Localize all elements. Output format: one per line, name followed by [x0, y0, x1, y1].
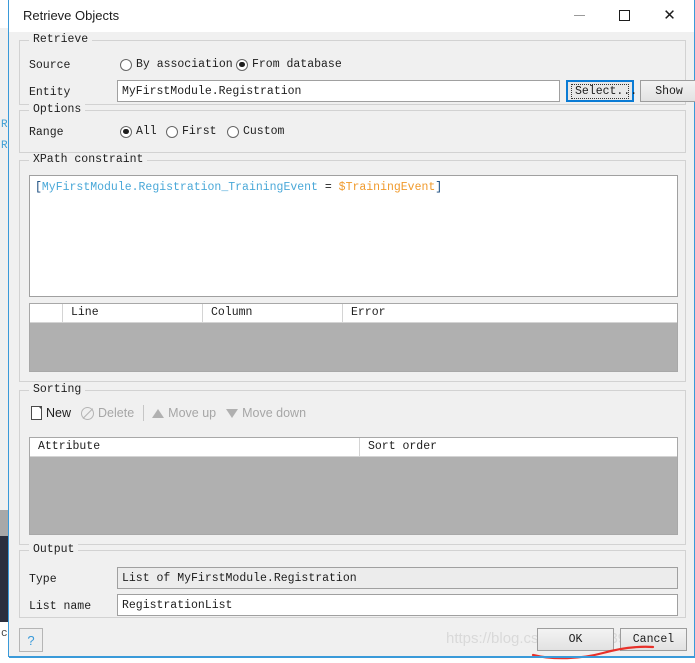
maximize-icon: [619, 10, 630, 21]
background-text-fragment-2: R: [1, 140, 8, 152]
radio-range-all[interactable]: All: [120, 125, 157, 138]
options-group-legend: Options: [29, 103, 85, 116]
toolbar-separator: [143, 405, 144, 421]
sorting-column-sort-order[interactable]: Sort order: [360, 438, 677, 456]
sorting-column-attribute[interactable]: Attribute: [30, 438, 360, 456]
window-title: Retrieve Objects: [23, 8, 119, 23]
entity-input[interactable]: MyFirstModule.Registration: [117, 80, 560, 102]
error-column-blank[interactable]: [30, 304, 63, 322]
output-listname-label: List name: [29, 600, 91, 613]
sorting-toolbar: New Delete Move up Move down: [28, 404, 313, 422]
help-icon: ?: [27, 633, 34, 648]
background-text-fragment-3: c: [1, 628, 8, 640]
error-column-error[interactable]: Error: [343, 304, 677, 322]
radio-range-custom-label: Custom: [243, 125, 284, 138]
xpath-error-table-header: Line Column Error: [30, 304, 677, 323]
minimize-icon: [574, 15, 585, 16]
xpath-operator: =: [318, 181, 339, 194]
radio-range-first-label: First: [182, 125, 217, 138]
sorting-table-header: Attribute Sort order: [30, 438, 677, 457]
radio-range-custom-indicator: [227, 126, 239, 138]
close-button[interactable]: ✕: [647, 0, 692, 30]
xpath-error-table: Line Column Error: [29, 303, 678, 372]
sorting-delete-button[interactable]: Delete: [78, 404, 141, 422]
retrieve-objects-dialog: Retrieve Objects ✕ Retrieve Source By as…: [8, 0, 695, 657]
radio-range-all-indicator: [120, 126, 132, 138]
ban-icon: [81, 407, 94, 420]
sorting-move-down-button[interactable]: Move down: [223, 404, 313, 422]
select-entity-button-label: Select...: [571, 84, 629, 99]
sorting-move-down-label: Move down: [242, 406, 306, 420]
options-group: Options Range All First Custom: [19, 110, 686, 153]
background-text-fragment-1: R: [1, 119, 8, 131]
output-listname-input[interactable]: RegistrationList: [117, 594, 678, 616]
xpath-close-bracket: ]: [435, 181, 442, 194]
close-icon: ✕: [663, 8, 676, 23]
range-label: Range: [29, 126, 64, 139]
xpath-attribute-path: MyFirstModule.Registration_TrainingEvent: [42, 181, 318, 194]
radio-by-association-indicator: [120, 59, 132, 71]
xpath-open-bracket: [: [35, 181, 42, 194]
source-label: Source: [29, 59, 70, 72]
select-entity-button[interactable]: Select...: [566, 80, 634, 102]
radio-from-database-indicator: [236, 59, 248, 71]
radio-range-first-indicator: [166, 126, 178, 138]
dialog-bottom-accent: [9, 656, 695, 658]
radio-from-database-label: From database: [252, 58, 342, 71]
error-column-line[interactable]: Line: [63, 304, 203, 322]
xpath-expression-editor[interactable]: [MyFirstModule.Registration_TrainingEven…: [29, 175, 678, 297]
sorting-new-button[interactable]: New: [28, 404, 78, 422]
xpath-error-table-body: [30, 323, 677, 371]
sorting-new-label: New: [46, 406, 71, 420]
cancel-button[interactable]: Cancel: [620, 628, 687, 651]
xpath-group-legend: XPath constraint: [29, 153, 147, 166]
output-group: Output Type List of MyFirstModule.Regist…: [19, 550, 686, 618]
sorting-group: Sorting New Delete Move up Move down: [19, 390, 686, 545]
entity-label: Entity: [29, 86, 70, 99]
radio-by-association-label: By association: [136, 58, 233, 71]
title-bar: Retrieve Objects ✕: [9, 0, 694, 32]
radio-range-all-label: All: [136, 125, 157, 138]
help-button[interactable]: ?: [19, 628, 43, 652]
radio-by-association[interactable]: By association: [120, 58, 233, 71]
retrieve-group: Retrieve Source By association From data…: [19, 40, 686, 105]
minimize-button[interactable]: [557, 0, 602, 30]
sorting-delete-label: Delete: [98, 406, 134, 420]
sorting-table-body: [30, 457, 677, 534]
radio-range-first[interactable]: First: [166, 125, 217, 138]
radio-from-database[interactable]: From database: [236, 58, 342, 71]
xpath-variable: $TrainingEvent: [339, 181, 436, 194]
sorting-move-up-button[interactable]: Move up: [149, 404, 223, 422]
output-type-input: List of MyFirstModule.Registration: [117, 567, 678, 589]
output-type-label: Type: [29, 573, 57, 586]
xpath-constraint-group: XPath constraint [MyFirstModule.Registra…: [19, 160, 686, 382]
triangle-down-icon: [226, 409, 238, 418]
maximize-button[interactable]: [602, 0, 647, 30]
page-icon: [31, 406, 42, 420]
sorting-table: Attribute Sort order: [29, 437, 678, 535]
output-group-legend: Output: [29, 543, 78, 556]
radio-range-custom[interactable]: Custom: [227, 125, 284, 138]
sorting-move-up-label: Move up: [168, 406, 216, 420]
sorting-group-legend: Sorting: [29, 383, 85, 396]
show-entity-button[interactable]: Show: [640, 80, 695, 102]
retrieve-group-legend: Retrieve: [29, 33, 92, 46]
triangle-up-icon: [152, 409, 164, 418]
ok-button[interactable]: OK: [537, 628, 614, 651]
error-column-column[interactable]: Column: [203, 304, 343, 322]
